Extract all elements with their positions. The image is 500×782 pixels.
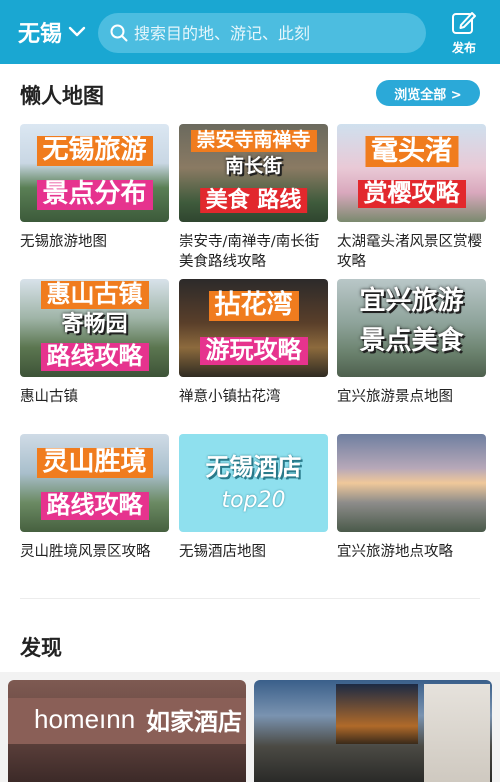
card-caption: 无锡旅游地图	[20, 234, 107, 250]
guide-card[interactable]: 宜兴旅游地点攻略	[337, 434, 486, 562]
card-caption: 无锡酒店地图	[179, 544, 266, 560]
guide-card[interactable]: 无锡酒店 top20 无锡酒店地图	[179, 434, 328, 562]
calligraphy-scroll-image	[424, 684, 490, 782]
search-input[interactable]	[134, 23, 414, 43]
guide-card[interactable]: 宜兴旅游 景点美食 宜兴旅游景点地图	[337, 279, 486, 407]
card-thumbnail: 惠山古镇 寄畅园 路线攻略	[20, 279, 169, 377]
city-label: 无锡	[18, 22, 63, 47]
card-thumbnail: 宜兴旅游 景点美食	[337, 279, 486, 377]
hotel-sign-cn: 如家酒店	[146, 708, 242, 736]
card-thumbnail: 无锡旅游 景点分布	[20, 124, 169, 222]
chevron-down-icon	[68, 26, 86, 37]
card-caption: 宜兴旅游地点攻略	[337, 544, 453, 560]
card-thumbnail: 拈花湾 游玩攻略	[179, 279, 328, 377]
discover-title: 发现	[20, 636, 62, 660]
card-tag: 美食 路线	[199, 188, 308, 214]
card-tag: 鼋头渚	[365, 136, 458, 168]
card-tag: 崇安寺南禅寺	[190, 129, 317, 152]
card-tag: 宜兴旅游	[359, 286, 464, 316]
card-caption: 灵山胜境风景区攻略	[20, 544, 151, 560]
card-thumbnail: 崇安寺南禅寺 南长街 美食 路线	[179, 124, 328, 222]
hotel-sign-en: homeınn	[34, 704, 136, 734]
card-tag: 赏樱攻略	[357, 179, 466, 208]
guide-card[interactable]: 惠山古镇 寄畅园 路线攻略 惠山古镇	[20, 279, 169, 407]
edit-icon	[452, 12, 476, 34]
city-selector[interactable]: 无锡	[18, 16, 86, 48]
card-tag: 路线攻略	[40, 342, 149, 371]
guide-card[interactable]: 崇安寺南禅寺 南长街 美食 路线 崇安寺/南禅寺/南长街美食路线攻略	[179, 124, 328, 272]
search-icon	[110, 24, 128, 42]
card-tag: 拈花湾	[208, 290, 299, 321]
card-tag: 路线攻略	[40, 491, 149, 520]
guide-card[interactable]: 无锡旅游 景点分布 无锡旅游地图	[20, 124, 169, 252]
guide-card[interactable]: 鼋头渚 赏樱攻略 太湖鼋头渚风景区赏樱攻略	[337, 124, 486, 272]
card-tag: 无锡旅游	[36, 135, 153, 166]
card-caption: 惠山古镇	[20, 389, 78, 405]
card-tag: 景点分布	[36, 179, 153, 210]
lazy-map-title: 懒人地图	[20, 84, 104, 108]
publish-button[interactable]: 发布	[444, 10, 484, 56]
card-tag: 寄畅园	[61, 312, 128, 337]
publish-label: 发布	[451, 41, 476, 55]
card-caption: 太湖鼋头渚风景区赏樱攻略	[337, 234, 482, 270]
card-thumbnail: 灵山胜境 路线攻略	[20, 434, 169, 532]
card-caption: 禅意小镇拈花湾	[179, 389, 281, 405]
feed-post-town[interactable]	[254, 680, 492, 782]
card-tag: 无锡酒店	[205, 453, 302, 481]
guide-card[interactable]: 拈花湾 游玩攻略 禅意小镇拈花湾	[179, 279, 328, 407]
feed-post-hotel[interactable]: homeınn 如家酒店	[8, 680, 246, 782]
card-thumbnail: 无锡酒店 top20	[179, 434, 328, 532]
card-tag: 惠山古镇	[40, 280, 149, 309]
card-tag: top20	[221, 488, 286, 513]
guide-card[interactable]: 灵山胜境 路线攻略 灵山胜境风景区攻略	[20, 434, 169, 562]
card-tag: 南长街	[224, 155, 283, 177]
card-caption: 宜兴旅游景点地图	[337, 389, 453, 405]
card-tag: 游玩攻略	[199, 336, 308, 365]
search-bar[interactable]	[98, 13, 426, 53]
section-divider	[20, 598, 480, 599]
card-thumbnail: 鼋头渚 赏樱攻略	[337, 124, 486, 222]
card-tag: 灵山胜境	[36, 447, 153, 478]
night-scene-image	[336, 684, 418, 744]
card-thumbnail	[337, 434, 486, 532]
browse-all-button[interactable]: 浏览全部 >	[376, 80, 480, 106]
top-bar: 无锡 发布	[0, 0, 500, 64]
card-caption: 崇安寺/南禅寺/南长街美食路线攻略	[179, 234, 320, 270]
card-tag: 景点美食	[359, 326, 464, 356]
